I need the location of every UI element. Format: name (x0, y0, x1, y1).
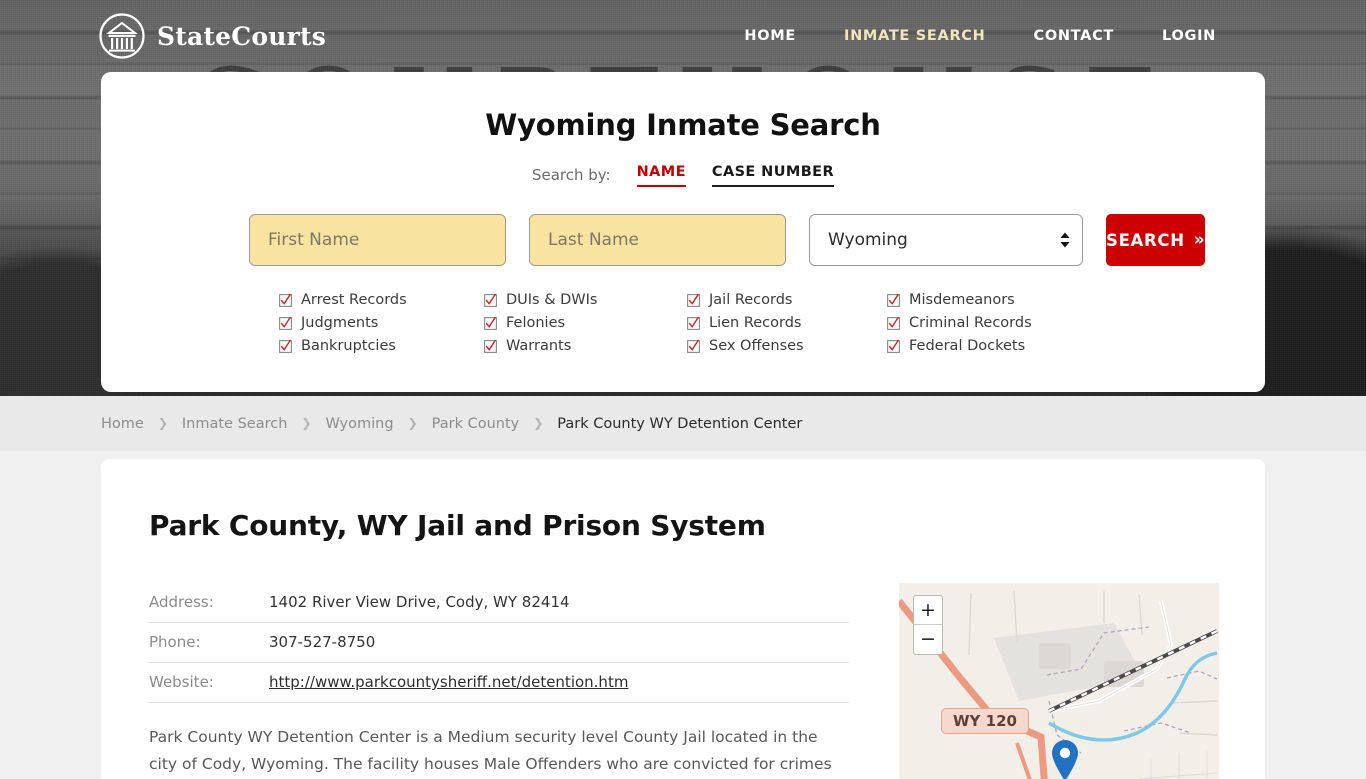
brand-name-text: StateCourts (157, 21, 326, 51)
check-item[interactable]: Judgments (279, 315, 484, 331)
location-map[interactable]: + − WY 120 (899, 583, 1219, 779)
check-label: Federal Dockets (909, 338, 1026, 354)
checked-box-icon (887, 339, 900, 353)
search-submit-button[interactable]: SEARCH » (1106, 214, 1206, 266)
nav-item-home[interactable]: HOME (744, 28, 796, 44)
facility-description: Park County WY Detention Center is a Med… (149, 728, 832, 773)
breadcrumb-item-wyoming[interactable]: Wyoming (325, 416, 393, 432)
check-item[interactable]: Warrants (484, 338, 687, 354)
check-label: Felonies (506, 315, 566, 331)
facility-info-table: Address: 1402 River View Drive, Cody, WY… (149, 583, 849, 703)
check-label: Sex Offenses (709, 338, 804, 354)
nav-item-inmate-search[interactable]: INMATE SEARCH (844, 28, 986, 44)
last-name-input[interactable] (529, 214, 786, 266)
state-select[interactable]: Wyoming (809, 214, 1083, 266)
chevron-right-icon: ❯ (533, 415, 544, 430)
detail-left-column: Address: 1402 River View Drive, Cody, WY… (101, 583, 851, 779)
search-by-row: Search by: NAME CASE NUMBER (101, 164, 1265, 187)
chevron-right-icon: ❯ (407, 415, 418, 430)
detail-columns: Address: 1402 River View Drive, Cody, WY… (101, 583, 1265, 779)
tab-search-by-name[interactable]: NAME (636, 164, 686, 187)
search-by-label: Search by: (531, 166, 611, 184)
map-pin-marker[interactable] (1049, 738, 1081, 779)
checked-box-icon (484, 293, 497, 307)
breadcrumb: Home ❯ Inmate Search ❯ Wyoming ❯ Park Co… (0, 396, 1366, 451)
info-value-website-cell: http://www.parkcountysheriff.net/detenti… (269, 662, 849, 703)
hero-section: COURTHOUSE StateCourts HOME INMATE SEARC… (0, 0, 1366, 396)
check-item[interactable]: Misdemeanors (887, 292, 1087, 308)
first-name-input[interactable] (249, 214, 506, 266)
table-row: Address: 1402 River View Drive, Cody, WY… (149, 583, 849, 623)
checked-box-icon (279, 339, 292, 353)
chevron-right-icon: ❯ (157, 415, 168, 430)
search-form: Wyoming SEARCH » (101, 214, 1265, 266)
map-zoom-in-button[interactable]: + (914, 596, 942, 625)
breadcrumb-item-park-county[interactable]: Park County (432, 416, 520, 432)
chevron-right-icon: ❯ (301, 415, 312, 430)
checked-box-icon (687, 339, 700, 353)
checked-box-icon (687, 293, 700, 307)
nav-item-login[interactable]: LOGIN (1162, 28, 1216, 44)
table-row: Website: http://www.parkcountysheriff.ne… (149, 662, 849, 703)
checked-box-icon (887, 293, 900, 307)
inmate-search-card: Wyoming Inmate Search Search by: NAME CA… (101, 72, 1265, 392)
check-label: Bankruptcies (301, 338, 396, 354)
page-title: Park County, WY Jail and Prison System (149, 509, 766, 542)
checked-box-icon (484, 316, 497, 330)
info-key: Phone: (149, 622, 269, 663)
check-item[interactable]: Jail Records (687, 292, 887, 308)
road-shield-label: WY 120 (941, 708, 1029, 734)
top-navigation-bar: StateCourts HOME INMATE SEARCH CONTACT L… (0, 0, 1366, 72)
checked-box-icon (279, 293, 292, 307)
search-card-title: Wyoming Inmate Search (485, 108, 881, 142)
info-value-phone: 307-527-8750 (269, 622, 849, 663)
check-label: Warrants (506, 338, 572, 354)
double-chevron-right-icon: » (1193, 230, 1206, 250)
check-item[interactable]: Federal Dockets (887, 338, 1087, 354)
table-row: Phone: 307-527-8750 (149, 622, 849, 663)
record-type-checklist: Arrest Records DUIs & DWIs Jail Records … (101, 292, 1265, 354)
breadcrumb-item-home[interactable]: Home (101, 416, 144, 432)
website-link[interactable]: http://www.parkcountysheriff.net/detenti… (269, 673, 628, 691)
info-key: Address: (149, 583, 269, 623)
info-value-address: 1402 River View Drive, Cody, WY 82414 (269, 583, 849, 623)
check-label: Criminal Records (909, 315, 1032, 331)
facility-detail-card: Park County, WY Jail and Prison System A… (101, 459, 1265, 779)
check-label: DUIs & DWIs (506, 292, 598, 308)
check-label: Arrest Records (301, 292, 407, 308)
check-label: Lien Records (709, 315, 802, 331)
check-label: Jail Records (709, 292, 793, 308)
main-nav: HOME INMATE SEARCH CONTACT LOGIN (744, 28, 1216, 44)
map-zoom-controls[interactable]: + − (913, 595, 943, 655)
courthouse-circle-icon (99, 13, 145, 59)
search-button-label: SEARCH (1106, 230, 1185, 250)
map-zoom-out-button[interactable]: − (914, 625, 942, 654)
check-item[interactable]: Criminal Records (887, 315, 1087, 331)
breadcrumb-item-current: Park County WY Detention Center (557, 415, 803, 432)
checked-box-icon (687, 316, 700, 330)
check-item[interactable]: Bankruptcies (279, 338, 484, 354)
tab-search-by-case-number[interactable]: CASE NUMBER (711, 164, 835, 187)
check-item[interactable]: Arrest Records (279, 292, 484, 308)
check-item[interactable]: DUIs & DWIs (484, 292, 687, 308)
brand-logo[interactable]: StateCourts (98, 12, 326, 60)
check-label: Judgments (301, 315, 379, 331)
check-item[interactable]: Felonies (484, 315, 687, 331)
breadcrumb-item-inmate-search[interactable]: Inmate Search (182, 416, 288, 432)
checked-box-icon (279, 316, 292, 330)
check-item[interactable]: Sex Offenses (687, 338, 887, 354)
checked-box-icon (887, 316, 900, 330)
check-item[interactable]: Lien Records (687, 315, 887, 331)
info-key: Website: (149, 662, 269, 703)
nav-item-contact[interactable]: CONTACT (1033, 28, 1114, 44)
state-select-wrapper: Wyoming (809, 214, 1083, 266)
check-label: Misdemeanors (909, 292, 1015, 308)
checked-box-icon (484, 339, 497, 353)
